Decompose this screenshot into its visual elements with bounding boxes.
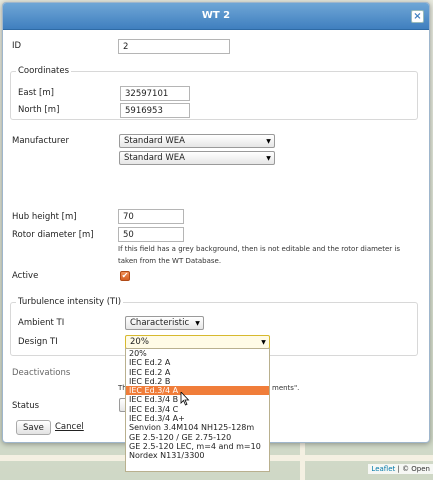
id-input[interactable]: 2 <box>118 39 230 54</box>
design-ti-option[interactable]: IEC Ed.2 A <box>126 358 269 367</box>
dialog-titlebar[interactable]: WT 2 × <box>3 3 429 30</box>
model-value: Standard WEA <box>124 153 185 163</box>
design-ti-option[interactable]: GE 2.5-120 LEC, m=4 and m=10 <box>126 442 269 451</box>
design-ti-label: Design TI <box>18 337 58 347</box>
ambient-ti-select[interactable]: Characteristic ▼ <box>125 316 204 330</box>
manufacturer-value: Standard WEA <box>124 136 185 146</box>
close-button[interactable]: × <box>411 10 424 23</box>
north-label: North [m] <box>18 105 60 115</box>
design-ti-option[interactable]: IEC Ed.3/4 B <box>126 395 269 404</box>
chevron-down-icon: ▼ <box>195 320 200 327</box>
deactivations-label: Deactivations <box>12 368 71 378</box>
active-label: Active <box>12 271 39 281</box>
status-label: Status <box>12 401 40 411</box>
design-ti-option[interactable]: 20% <box>126 349 269 358</box>
ambient-ti-value: Characteristic <box>130 318 190 328</box>
attribution-text: | © Open <box>395 465 430 473</box>
design-ti-dropdown[interactable]: 20% IEC Ed.2 A IEC Ed.2 A IEC Ed.2 B IEC Ed.… <box>125 348 270 472</box>
active-checkbox[interactable]: ✔ <box>120 271 130 281</box>
design-ti-value: 20% <box>130 337 149 347</box>
mouse-cursor-icon <box>180 392 190 406</box>
id-label: ID <box>12 41 22 51</box>
deactivations-note-end: ments". <box>272 384 300 392</box>
turbulence-legend: Turbulence intensity (TI) <box>16 297 124 307</box>
rotor-diameter-label: Rotor diameter [m] <box>12 230 94 240</box>
design-ti-option[interactable]: IEC Ed.2 A <box>126 368 269 377</box>
chevron-down-icon: ▼ <box>266 138 271 145</box>
design-ti-option[interactable]: IEC Ed.3/4 A+ <box>126 414 269 423</box>
manufacturer-label: Manufacturer <box>12 136 69 146</box>
rotor-diameter-input[interactable]: 50 <box>118 227 184 242</box>
east-input[interactable]: 32597101 <box>120 86 190 101</box>
chevron-down-icon: ▼ <box>266 155 271 162</box>
manufacturer-select[interactable]: Standard WEA ▼ <box>119 134 275 148</box>
leaflet-link[interactable]: Leaflet <box>371 465 395 473</box>
hub-height-input[interactable]: 70 <box>118 209 184 224</box>
dialog-title: WT 2 <box>201 10 231 21</box>
chevron-down-icon: ▼ <box>261 339 266 346</box>
design-ti-option[interactable]: IEC Ed.3/4 C <box>126 405 269 414</box>
design-ti-option[interactable]: Senvion 3.4M104 NH125-128m <box>126 423 269 432</box>
map-road <box>300 443 305 480</box>
coordinates-group <box>10 71 418 120</box>
cancel-link[interactable]: Cancel <box>55 422 84 432</box>
design-ti-select[interactable]: 20% ▼ <box>125 335 270 349</box>
rotor-diameter-note: If this field has a grey background, the… <box>118 245 400 265</box>
hub-height-label: Hub height [m] <box>12 212 77 222</box>
north-input[interactable]: 5916953 <box>120 103 190 118</box>
east-label: East [m] <box>18 88 54 98</box>
coordinates-legend: Coordinates <box>16 66 72 76</box>
design-ti-option[interactable]: Nordex N131/3300 <box>126 451 269 460</box>
ambient-ti-label: Ambient TI <box>18 318 65 328</box>
design-ti-option[interactable]: IEC Ed.3/4 A <box>126 386 269 396</box>
map-attribution: Leaflet | © Open <box>368 464 433 474</box>
model-select[interactable]: Standard WEA ▼ <box>119 151 275 165</box>
design-ti-option[interactable]: GE 2.5-120 / GE 2.75-120 <box>126 433 269 442</box>
design-ti-option[interactable]: IEC Ed.2 B <box>126 377 269 386</box>
save-button[interactable]: Save <box>16 420 51 435</box>
